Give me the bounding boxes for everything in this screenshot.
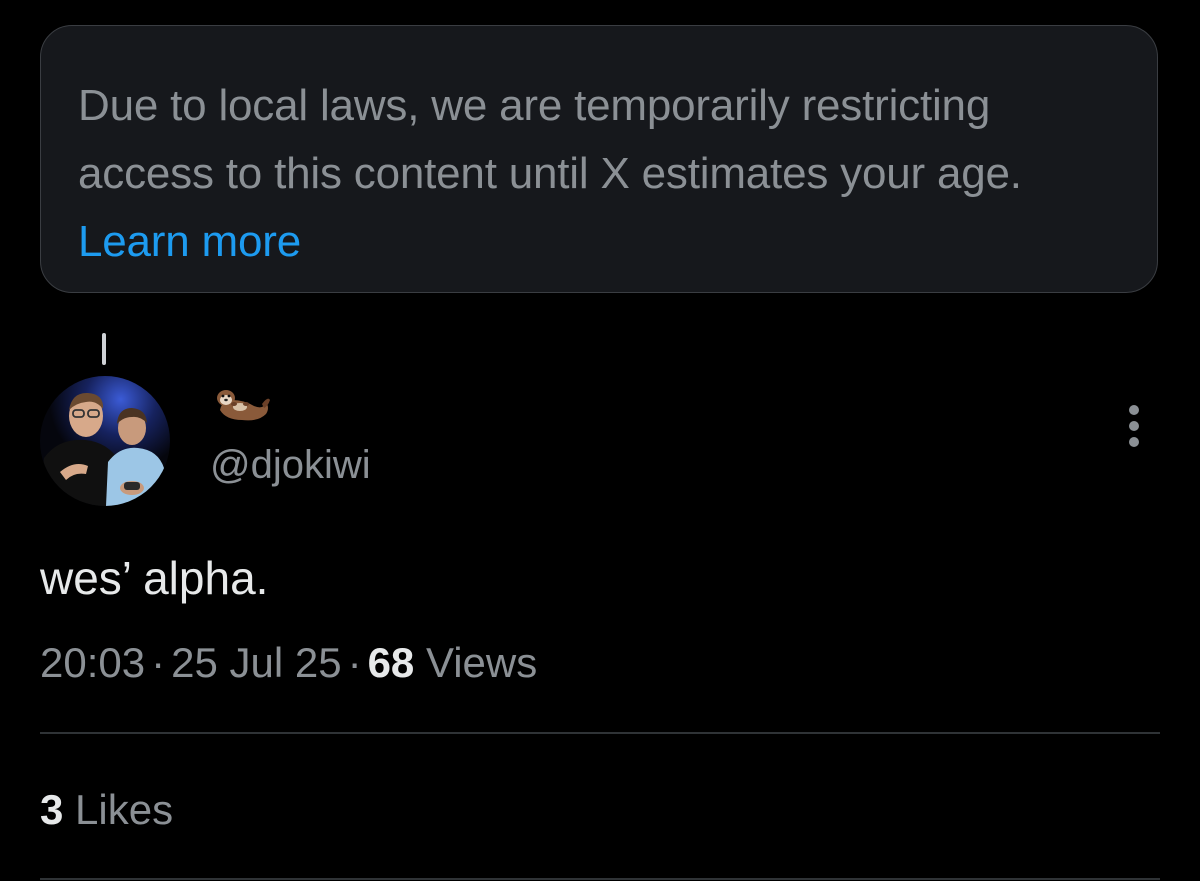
more-options-icon-dot [1129, 405, 1139, 415]
avatar-photo-icon [40, 376, 170, 506]
learn-more-link[interactable]: Learn more [78, 217, 301, 266]
post-time[interactable]: 20:03 [40, 639, 145, 686]
notice-message: Due to local laws, we are temporarily re… [78, 81, 1022, 198]
divider [40, 732, 1160, 734]
otter-icon [217, 390, 270, 421]
thread-connector-line [102, 333, 106, 365]
post-metadata: 20:03 · 25 Jul 25 · 68 Views [40, 633, 537, 693]
avatar[interactable] [40, 376, 170, 506]
views-count: 68 [367, 639, 415, 686]
post-date[interactable]: 25 Jul 25 [171, 639, 341, 686]
more-options-icon-dot [1129, 421, 1139, 431]
author-handle[interactable]: @djokiwi [210, 437, 371, 493]
likes-count: 3 [40, 786, 64, 833]
divider [40, 878, 1160, 880]
likes-label: Likes [75, 786, 174, 833]
likes-summary[interactable]: 3 Likes [40, 780, 173, 840]
views-label: Views [425, 639, 538, 686]
notice-text: Due to local laws, we are temporarily re… [78, 72, 1121, 276]
otter-emoji-icon[interactable] [212, 384, 272, 426]
post-detail-page: Due to local laws, we are temporarily re… [0, 0, 1200, 881]
more-options-icon-dot [1129, 437, 1139, 447]
age-restriction-notice: Due to local laws, we are temporarily re… [40, 25, 1158, 293]
meta-separator: · [347, 639, 362, 686]
meta-separator: · [151, 639, 166, 686]
more-options-button[interactable] [1112, 398, 1156, 454]
post-text: wes’ alpha. [40, 552, 269, 604]
